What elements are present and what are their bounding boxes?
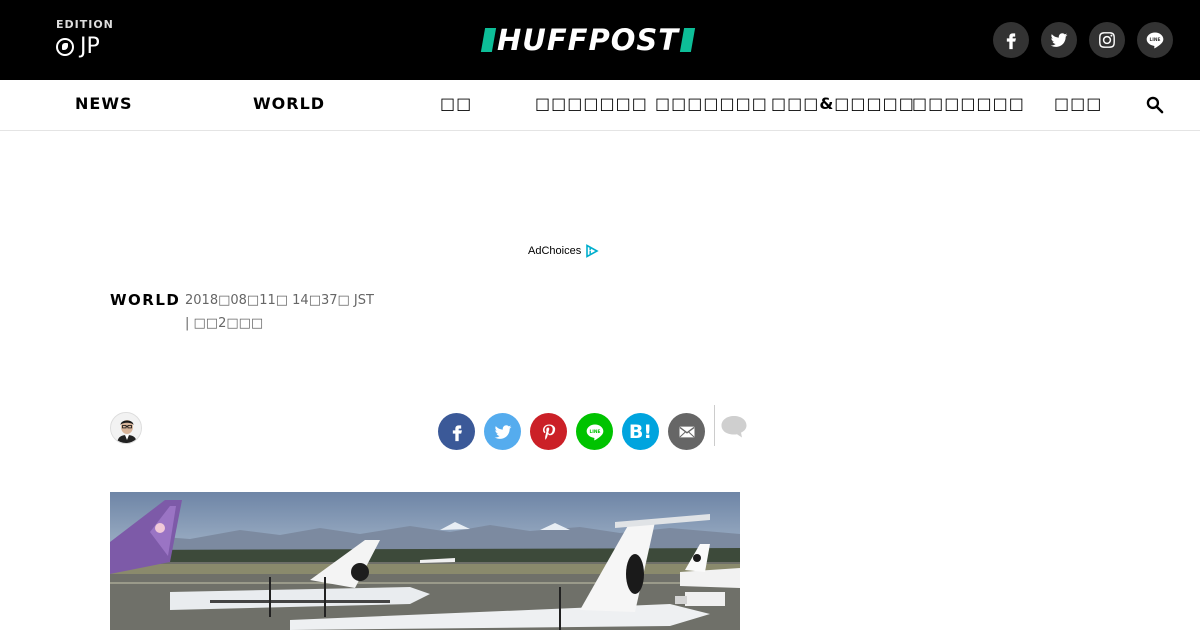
share-twitter-button[interactable] [484,413,521,450]
nav-item-8[interactable]: □□□ [1054,94,1102,113]
edition-selector[interactable]: EDITION JP [56,18,114,59]
article-timestamp: 2018□08□11□ 14□37□ JST [185,293,374,308]
article-section[interactable]: WORLD [110,291,180,309]
hatena-icon: B! [628,420,653,443]
nav-item-6[interactable]: □□□&□□□□□ [771,94,915,113]
avatar[interactable] [110,412,142,444]
line-icon: LINE [586,424,603,440]
nav-item-7[interactable]: □□□□□□□ [912,94,1025,113]
nav-item-world[interactable]: WORLD [253,94,325,113]
adchoices-label: AdChoices [528,245,582,257]
facebook-icon[interactable] [993,22,1029,58]
twitter-icon[interactable] [1041,22,1077,58]
share-hatena-button[interactable]: B! [622,413,659,450]
huffpost-logo[interactable]: HUFFPOST [480,23,696,57]
email-icon [679,426,694,437]
adchoices-icon [586,244,599,258]
svg-text:LINE: LINE [1150,37,1161,43]
logo-left-bar [480,28,497,52]
twitter-icon [494,424,511,439]
svg-text:LINE: LINE [589,429,600,435]
article-hero-image[interactable] [110,492,740,630]
nav-item-4[interactable]: □□□□□□□ [535,94,648,113]
share-divider [714,405,715,446]
share-pinterest-button[interactable] [530,413,567,450]
article-updated: | □□2□□□ [185,316,264,331]
search-icon[interactable] [1145,95,1165,115]
comment-icon[interactable] [720,414,748,440]
facebook-icon [452,424,462,441]
instagram-icon[interactable] [1089,22,1125,58]
nav-item-3[interactable]: □□ [440,94,472,113]
line-icon[interactable]: LINE [1137,22,1173,58]
adchoices-link[interactable]: AdChoices [528,244,599,258]
logo-right-bar [679,28,696,52]
pinterest-icon [542,424,555,440]
nav-item-5[interactable]: □□□□□□□ [655,94,768,113]
main-nav: NEWS WORLD □□ □□□□□□□ □□□□□□□ □□□&□□□□□ … [0,80,1200,131]
globe-icon [56,37,74,56]
edition-code: JP [80,34,100,59]
edition-label: EDITION [56,18,114,31]
logo-text: HUFFPOST [497,23,680,57]
top-bar: EDITION JP HUFFPOST LINE [0,0,1200,80]
share-email-button[interactable] [668,413,705,450]
share-facebook-button[interactable] [438,413,475,450]
header-social-links: LINE [993,22,1173,58]
share-line-button[interactable]: LINE [576,413,613,450]
nav-item-news[interactable]: NEWS [75,94,133,113]
share-buttons: LINE B! [438,413,705,450]
